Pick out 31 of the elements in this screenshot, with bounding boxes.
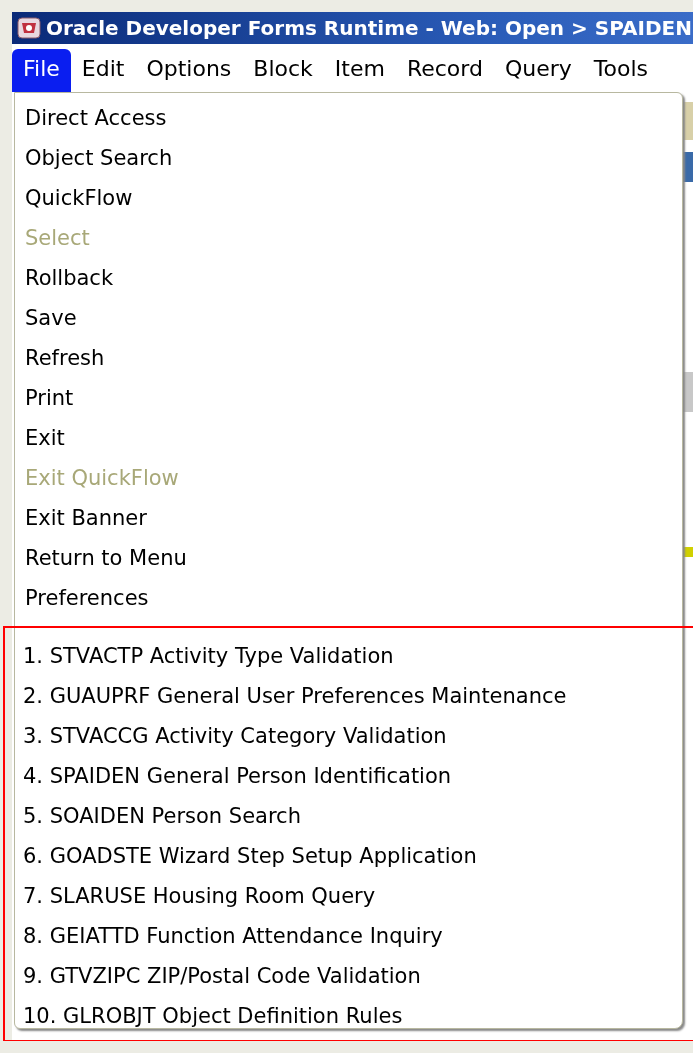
recent-form-item[interactable]: 6. GOADSTE Wizard Step Setup Application [13,836,693,876]
menu-item[interactable]: Save [15,298,682,338]
menu-item[interactable]: Edit [70,44,136,92]
menu-item[interactable]: Print [15,378,682,418]
recent-form-item[interactable]: 3. STVACCG Activity Category Validation [13,716,693,756]
recent-form-item[interactable]: 2. GUAUPRF General User Preferences Maintenance [13,676,693,716]
menu-item[interactable]: Block [242,44,324,92]
recent-form-item[interactable]: 5. SOAIDEN Person Search [13,796,693,836]
menu-item[interactable]: Refresh [15,338,682,378]
app-icon [16,15,42,41]
menu-item[interactable]: Direct Access [15,98,682,138]
menu-item[interactable]: Tools [582,44,659,92]
menu-item[interactable]: Rollback [15,258,682,298]
recent-form-item[interactable]: 1. STVACTP Activity Type Validation [13,636,693,676]
window-title: Oracle Developer Forms Runtime - Web: Open > SPAIDEN [46,16,692,40]
menu-item[interactable]: Object Search [15,138,682,178]
menu-item[interactable]: Options [135,44,243,92]
menu-item[interactable]: Exit [15,418,682,458]
menu-item[interactable]: Exit Banner [15,498,682,538]
recent-form-item[interactable]: 9. GTVZIPC ZIP/Postal Code Validation [13,956,693,996]
recent-form-item[interactable]: 8. GEIATTD Function Attendance Inquiry [13,916,693,956]
menu-item[interactable]: Return to Menu [15,538,682,578]
recent-form-item[interactable]: 7. SLARUSE Housing Room Query [13,876,693,916]
menu-item[interactable]: File [12,49,71,92]
menu-item[interactable]: QuickFlow [15,178,682,218]
recent-form-item[interactable]: 4. SPAIDEN General Person Identification [13,756,693,796]
menu-item[interactable]: Preferences [15,578,682,618]
menu-item[interactable]: Record [395,44,494,92]
menu-item[interactable]: Item [323,44,396,92]
recent-form-item[interactable]: 10. GLROBJT Object Definition Rules [13,996,693,1036]
menu-item[interactable]: Query [493,44,583,92]
